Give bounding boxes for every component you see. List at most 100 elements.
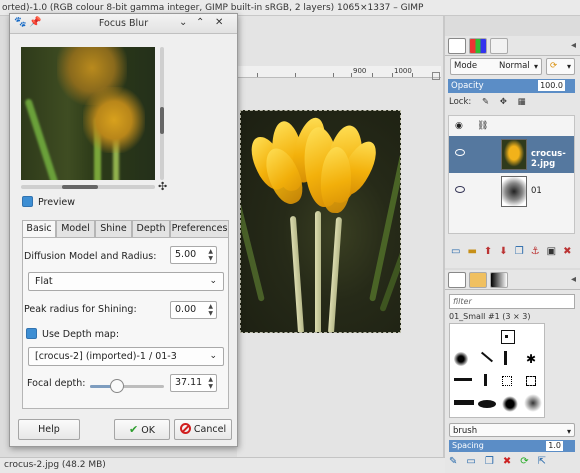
layers-tab-icon[interactable] <box>448 37 466 54</box>
composite-mode-select[interactable]: ⟳ ▾ <box>546 58 575 75</box>
cancel-button[interactable]: Cancel <box>174 419 232 440</box>
brush-item[interactable] <box>524 394 542 412</box>
opacity-slider[interactable]: Opacity 100.0 <box>448 79 575 93</box>
raise-layer-icon[interactable]: ⬆ <box>484 246 492 260</box>
brush-grid[interactable]: ✱ <box>449 323 545 418</box>
brush-item[interactable] <box>480 351 494 363</box>
layer-thumbnail <box>501 176 527 207</box>
brush-item[interactable] <box>454 352 468 366</box>
focal-depth-spinner[interactable]: 37.11 ▲ ▼ <box>170 374 217 392</box>
brush-item[interactable] <box>502 396 518 412</box>
chain-header-icon: ⛓ <box>477 121 489 131</box>
peak-radius-spinner[interactable]: 0.00 ▲ ▼ <box>170 301 217 319</box>
new-layer-icon[interactable]: ▭ <box>451 246 460 260</box>
brush-tag-select[interactable]: brush ▾ <box>449 423 575 437</box>
delete-brush-icon[interactable]: ✖ <box>503 456 511 470</box>
brush-item[interactable] <box>484 374 487 386</box>
paths-tab-icon[interactable] <box>490 37 508 54</box>
chevron-down-icon: ⌄ <box>209 351 217 361</box>
duplicate-brush-icon[interactable]: ❐ <box>485 456 494 470</box>
preview-checkbox[interactable] <box>22 196 33 207</box>
layer-name[interactable]: 01 <box>531 186 542 196</box>
brush-name: 01_Small #1 (3 × 3) <box>449 312 531 321</box>
brush-item[interactable] <box>505 335 508 338</box>
help-button[interactable]: Help <box>18 419 80 440</box>
dialog-titlebar[interactable]: 🐾 📌 Focus Blur ⌄ ⌃ ✕ <box>10 14 237 34</box>
brush-item[interactable]: ✱ <box>526 352 538 366</box>
edit-brush-icon[interactable]: ✎ <box>449 456 457 470</box>
image-canvas[interactable] <box>240 110 401 333</box>
layer-row[interactable]: crocus-2.jpg <box>449 136 574 173</box>
brush-grid-scrollbar[interactable] <box>547 323 577 418</box>
eye-icon[interactable] <box>455 186 465 193</box>
new-group-icon[interactable]: ▬ <box>467 246 476 260</box>
duplicate-layer-icon[interactable]: ❐ <box>515 246 524 260</box>
depth-map-checkbox[interactable] <box>26 328 37 339</box>
diffusion-radius-value: 5.00 <box>175 249 197 260</box>
spacing-value[interactable]: 1.0 <box>546 441 563 451</box>
focus-blur-dialog: 🐾 📌 Focus Blur ⌄ ⌃ ✕ ✣ Preview Basic Mod… <box>9 13 238 447</box>
close-icon[interactable]: ✕ <box>215 17 223 28</box>
lock-alpha-icon[interactable]: ▦ <box>518 97 526 107</box>
tab-shine[interactable]: Shine <box>95 220 132 237</box>
diffusion-radius-spinner[interactable]: 5.00 ▲ ▼ <box>170 246 217 264</box>
layer-name[interactable]: crocus-2.jpg <box>531 149 574 169</box>
layer-thumbnail <box>501 139 527 170</box>
mask-layer-icon[interactable]: ▣ <box>547 246 556 260</box>
brush-item[interactable] <box>502 376 512 386</box>
spacing-slider[interactable]: Spacing 1.0 <box>449 440 575 452</box>
top-ruler[interactable]: 900 1000 <box>237 66 441 78</box>
lower-layer-icon[interactable]: ⬇ <box>499 246 507 260</box>
tab-model[interactable]: Model <box>56 220 95 237</box>
brush-item[interactable] <box>454 378 472 381</box>
checkmark-icon: ✔ <box>129 423 139 436</box>
cancel-icon <box>179 423 191 434</box>
spin-arrows-icon[interactable]: ▲ ▼ <box>208 303 213 317</box>
brush-filter-input[interactable]: filter <box>449 294 575 309</box>
lock-position-icon[interactable]: ✥ <box>500 97 507 107</box>
diffusion-model-combo[interactable]: Flat ⌄ <box>28 272 224 291</box>
navigate-icon[interactable] <box>432 72 440 80</box>
dock-menu-icon[interactable]: ◂ <box>571 274 576 285</box>
new-brush-icon[interactable]: ▭ <box>466 456 475 470</box>
preview-vertical-thumb[interactable] <box>160 107 164 134</box>
dock-menu-icon[interactable]: ◂ <box>571 40 576 51</box>
depth-map-combo[interactable]: [crocus-2] (imported)-1 / 01-3 ⌄ <box>28 347 224 366</box>
chevron-down-icon: ▾ <box>566 427 571 436</box>
layers-list[interactable]: ◉ ⛓ crocus-2.jpg 01 <box>448 115 575 234</box>
tab-preferences[interactable]: Preferences <box>170 220 229 237</box>
mode-select[interactable]: Mode Normal ▾ <box>450 58 542 75</box>
opacity-value[interactable]: 100.0 <box>538 80 565 91</box>
spin-arrows-icon[interactable]: ▲ ▼ <box>208 376 213 390</box>
help-button-label: Help <box>38 424 60 435</box>
brush-item[interactable] <box>501 330 515 344</box>
brush-tab-icon[interactable] <box>448 271 466 288</box>
mode-row: Mode Normal ▾ ⟳ ▾ <box>450 58 575 76</box>
open-brush-icon[interactable]: ⇱ <box>538 456 546 470</box>
brush-item[interactable] <box>504 351 507 365</box>
layers-dock-tabs <box>445 36 580 56</box>
minimize-icon[interactable]: ⌄ <box>179 17 187 28</box>
brush-item[interactable] <box>478 400 496 408</box>
anchor-layer-icon[interactable]: ⚓ <box>531 246 540 260</box>
tab-basic[interactable]: Basic <box>22 220 56 238</box>
tab-depth[interactable]: Depth <box>132 220 170 237</box>
lock-pixels-icon[interactable]: ✎ <box>482 97 489 107</box>
pattern-tab-icon[interactable] <box>469 271 487 288</box>
channels-tab-icon[interactable] <box>469 37 487 54</box>
delete-layer-icon[interactable]: ✖ <box>563 246 571 260</box>
gradient-tab-icon[interactable] <box>490 271 508 288</box>
refresh-brushes-icon[interactable]: ⟳ <box>520 456 528 470</box>
mode-label: Mode <box>454 61 478 71</box>
layer-row[interactable]: 01 <box>449 173 574 210</box>
eye-icon[interactable] <box>455 149 465 156</box>
ok-button[interactable]: ✔ OK <box>114 419 170 440</box>
cancel-button-label: Cancel <box>193 424 227 435</box>
spin-arrows-icon[interactable]: ▲ ▼ <box>208 248 213 262</box>
brush-item[interactable] <box>526 376 536 386</box>
preview-image[interactable] <box>21 47 155 180</box>
preview-navigate-icon[interactable]: ✣ <box>158 180 167 193</box>
preview-horizontal-thumb[interactable] <box>62 185 98 189</box>
brush-item[interactable] <box>454 400 474 405</box>
maximize-icon[interactable]: ⌃ <box>196 17 204 28</box>
